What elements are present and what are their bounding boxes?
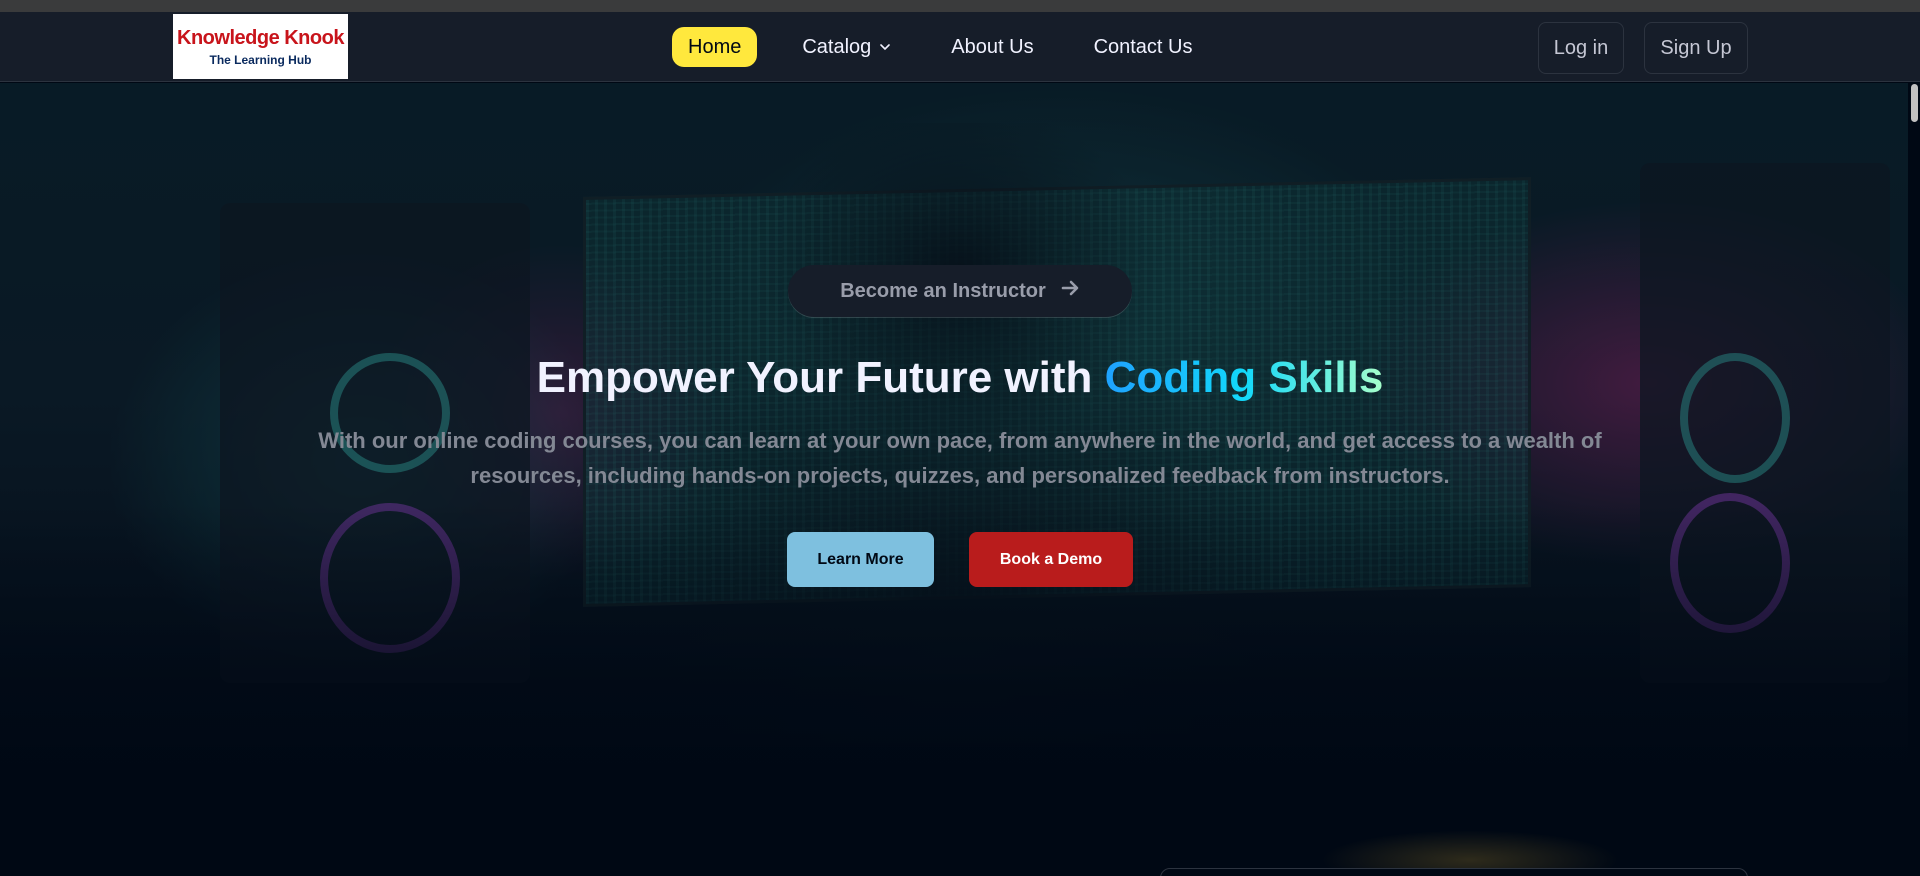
hero-bottom-fade: [0, 503, 1908, 876]
nav-item-home[interactable]: Home: [672, 27, 758, 67]
page-scrollbar-thumb[interactable]: [1911, 84, 1918, 122]
chevron-down-icon: [879, 41, 891, 53]
book-demo-button[interactable]: Book a Demo: [969, 532, 1133, 587]
become-instructor-label: Become an Instructor: [840, 279, 1046, 302]
main-nav: Home Catalog About Us Contact Us: [672, 27, 1193, 67]
brand-tagline: The Learning Hub: [209, 52, 312, 67]
login-button[interactable]: Log in: [1538, 22, 1624, 74]
brand-logo[interactable]: Knowledge Knook The Learning Hub: [173, 14, 348, 79]
page-scrollbar[interactable]: [1908, 82, 1920, 876]
hero-section: Become an Instructor Empower Your Future…: [0, 83, 1908, 876]
become-instructor-button[interactable]: Become an Instructor: [788, 265, 1132, 317]
nav-item-contact-us[interactable]: Contact Us: [1094, 27, 1193, 67]
next-section-card-edge: [1160, 868, 1748, 876]
hero-headline-highlight: Coding Skills: [1104, 353, 1384, 402]
arrow-right-icon: [1060, 278, 1080, 304]
hero-headline-plain: Empower Your Future with: [536, 353, 1105, 402]
hero-headline: Empower Your Future with Coding Skills: [0, 353, 1908, 403]
signup-button[interactable]: Sign Up: [1644, 22, 1748, 74]
learn-more-button[interactable]: Learn More: [787, 532, 934, 587]
hero-subtext: With our online coding courses, you can …: [318, 428, 1602, 488]
navbar: Knowledge Knook The Learning Hub Home Ca…: [0, 12, 1920, 82]
browser-top-strip: [0, 0, 1920, 12]
brand-name: Knowledge Knook: [177, 26, 344, 49]
nav-item-catalog[interactable]: Catalog: [802, 27, 891, 67]
nav-item-about-us[interactable]: About Us: [951, 27, 1033, 67]
nav-item-catalog-label: Catalog: [802, 35, 872, 58]
